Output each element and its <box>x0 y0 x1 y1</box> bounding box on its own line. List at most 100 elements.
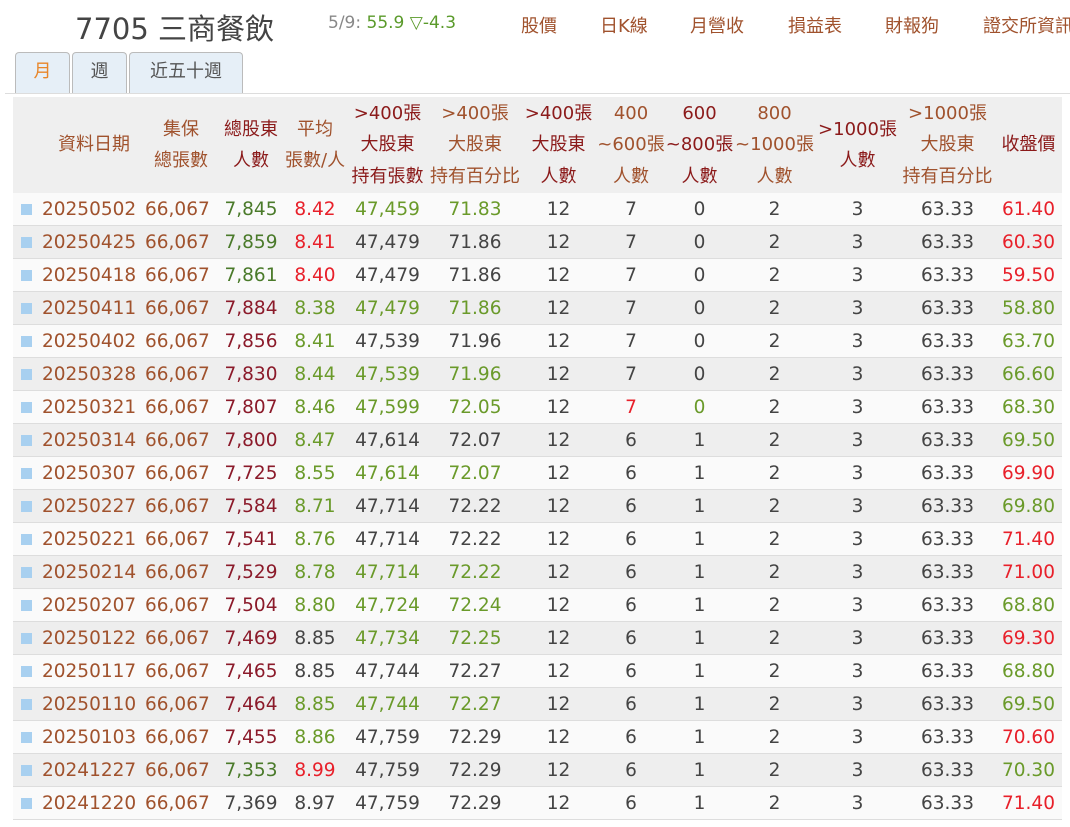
cell-over-1000-count: 3 <box>815 786 900 820</box>
cell-800-1000-count: 2 <box>734 390 815 424</box>
date-text: 20250328 <box>42 363 137 385</box>
cell-avg-lots: 8.76 <box>285 522 345 556</box>
date-text: 20250425 <box>42 231 137 253</box>
column-header-line: ~1000張 <box>735 134 814 156</box>
cell-big-holder-lots: 47,479 <box>345 258 430 292</box>
row-marker-icon <box>21 501 32 512</box>
cell-over-1000-count: 3 <box>815 621 900 655</box>
cell-holders: 7,884 <box>217 291 285 325</box>
cell-over-1000-count: 3 <box>815 390 900 424</box>
shareholder-table: 資料日期 集保 總張數 總股東 人數 平均 張數/人 >400張 大股東 持有張數 >400張 大股東… <box>13 97 1062 820</box>
cell-holders: 7,455 <box>217 720 285 754</box>
cell-600-800-count: 1 <box>665 588 734 622</box>
cell-600-800-count: 1 <box>665 423 734 457</box>
column-header-800-1000-count: 800 ~1000張 人數 <box>734 97 815 193</box>
column-header-400-600-count: 400 ~600張 人數 <box>597 97 665 193</box>
cell-800-1000-count: 2 <box>734 456 815 490</box>
cell-close-price: 68.30 <box>995 390 1062 424</box>
row-marker-icon <box>21 468 32 479</box>
cell-avg-lots: 8.85 <box>285 654 345 688</box>
cell-big-holder-pct: 71.86 <box>430 225 520 259</box>
cell-800-1000-count: 2 <box>734 357 815 391</box>
cell-big-holder-pct: 72.07 <box>430 423 520 457</box>
cell-400-600-count: 6 <box>597 621 665 655</box>
column-header-600-800-count: 600 ~800張 人數 <box>665 97 734 193</box>
cell-big-holder-lots: 47,759 <box>345 720 430 754</box>
cell-over-1000-count: 3 <box>815 456 900 490</box>
cell-big-holder-pct: 72.29 <box>430 786 520 820</box>
column-header-line: 人數 <box>681 165 718 187</box>
cell-date: 20250314 <box>13 423 145 457</box>
column-header-total-lots: 集保 總張數 <box>145 97 217 193</box>
cell-big-holder-count: 12 <box>520 687 597 721</box>
cell-close-price: 68.80 <box>995 654 1062 688</box>
cell-big-holder-count: 12 <box>520 193 597 226</box>
nav-link-statementdog[interactable]: 財報狗 <box>885 12 939 38</box>
cell-holders: 7,584 <box>217 489 285 523</box>
table-row: 20250227 66,067 7,584 8.71 47,714 72.22 12 6 1 2 3… <box>13 489 1062 523</box>
cell-total-lots: 66,067 <box>145 357 217 391</box>
row-marker-icon <box>21 699 32 710</box>
cell-avg-lots: 8.99 <box>285 753 345 787</box>
cell-avg-lots: 8.85 <box>285 687 345 721</box>
cell-big-holder-pct: 72.27 <box>430 654 520 688</box>
row-marker-icon <box>21 369 32 380</box>
column-header-holders: 總股東 人數 <box>217 97 285 193</box>
nav-link-income-statement[interactable]: 損益表 <box>788 12 842 38</box>
cell-over-1000-pct: 63.33 <box>900 390 995 424</box>
quote-price: 55.9 <box>366 13 405 33</box>
cell-big-holder-pct: 71.86 <box>430 258 520 292</box>
cell-400-600-count: 7 <box>597 258 665 292</box>
cell-400-600-count: 6 <box>597 654 665 688</box>
cell-400-600-count: 6 <box>597 753 665 787</box>
cell-avg-lots: 8.55 <box>285 456 345 490</box>
date-text: 20250221 <box>42 528 137 550</box>
cell-big-holder-lots: 47,599 <box>345 390 430 424</box>
date-text: 20250411 <box>42 297 137 319</box>
date-text: 20250117 <box>42 660 137 682</box>
cell-date: 20250227 <box>13 489 145 523</box>
cell-800-1000-count: 2 <box>734 423 815 457</box>
nav-link-monthly-revenue[interactable]: 月營收 <box>690 12 744 38</box>
tab-last-50-weeks[interactable]: 近五十週 <box>129 52 243 93</box>
cell-800-1000-count: 2 <box>734 786 815 820</box>
nav-link-twse-info[interactable]: 證交所資訊 <box>983 12 1070 38</box>
cell-close-price: 59.50 <box>995 258 1062 292</box>
cell-big-holder-lots: 47,479 <box>345 291 430 325</box>
cell-date: 20250502 <box>13 193 145 226</box>
cell-big-holder-count: 12 <box>520 390 597 424</box>
cell-total-lots: 66,067 <box>145 753 217 787</box>
column-header-line: >1000張 <box>908 102 987 124</box>
cell-avg-lots: 8.86 <box>285 720 345 754</box>
cell-total-lots: 66,067 <box>145 522 217 556</box>
cell-over-1000-pct: 63.33 <box>900 193 995 226</box>
table-row: 20250122 66,067 7,469 8.85 47,734 72.25 12 6 1 2 3… <box>13 621 1062 655</box>
cell-over-1000-pct: 63.33 <box>900 753 995 787</box>
tab-month[interactable]: 月 <box>15 52 70 93</box>
tab-week[interactable]: 週 <box>72 52 127 93</box>
row-marker-icon <box>21 600 32 611</box>
cell-close-price: 58.80 <box>995 291 1062 325</box>
cell-over-1000-count: 3 <box>815 193 900 226</box>
cell-600-800-count: 0 <box>665 390 734 424</box>
row-marker-icon <box>21 567 32 578</box>
cell-400-600-count: 6 <box>597 423 665 457</box>
cell-holders: 7,464 <box>217 687 285 721</box>
cell-800-1000-count: 2 <box>734 654 815 688</box>
row-marker-icon <box>21 402 32 413</box>
cell-400-600-count: 7 <box>597 390 665 424</box>
cell-avg-lots: 8.42 <box>285 193 345 226</box>
cell-400-600-count: 6 <box>597 720 665 754</box>
cell-400-600-count: 6 <box>597 555 665 589</box>
row-marker-icon <box>21 336 32 347</box>
column-header-line: 大股東 <box>531 134 586 156</box>
cell-date: 20250411 <box>13 291 145 325</box>
nav-link-price[interactable]: 股價 <box>521 12 557 38</box>
nav-link-daily-k[interactable]: 日K線 <box>600 12 648 38</box>
cell-big-holder-count: 12 <box>520 489 597 523</box>
column-header-line: 總股東 <box>224 118 278 140</box>
cell-big-holder-pct: 72.07 <box>430 456 520 490</box>
cell-over-1000-count: 3 <box>815 489 900 523</box>
date-text: 20250418 <box>42 264 137 286</box>
date-text: 20250502 <box>42 198 137 220</box>
